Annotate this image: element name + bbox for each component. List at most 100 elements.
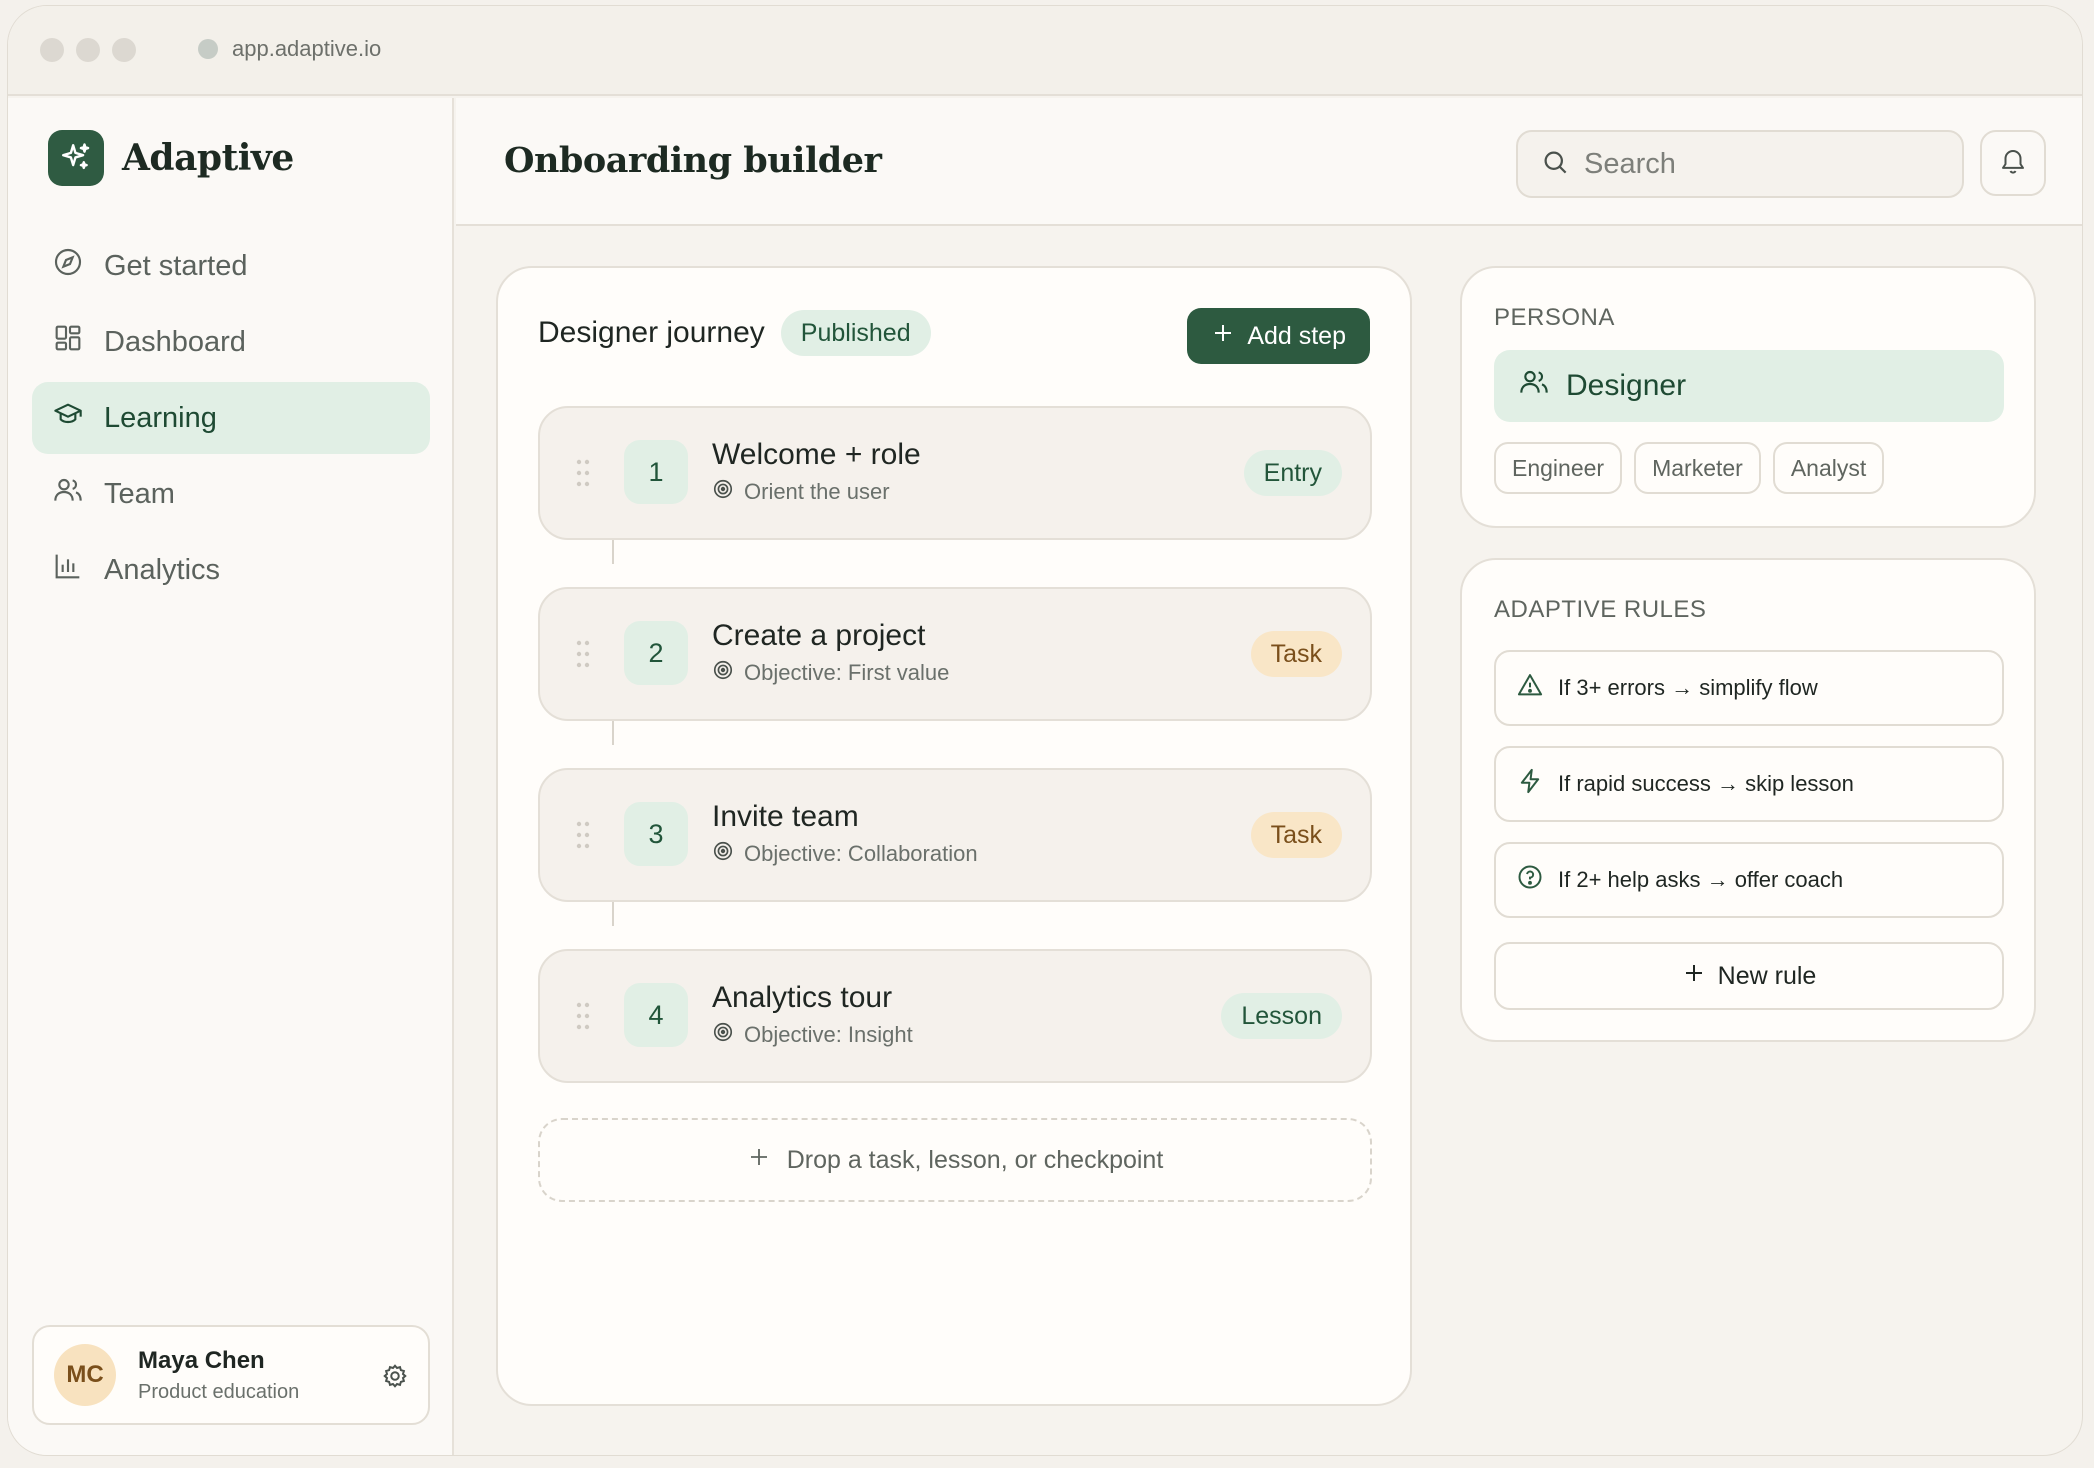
rule-item[interactable]: If 2+ help asks → offer coach: [1494, 842, 2004, 918]
step-subtitle: Objective: Collaboration: [744, 841, 978, 866]
bell-icon: [1998, 146, 2028, 181]
plus-icon: [1211, 321, 1235, 352]
journey-title: Designer journey: [538, 316, 765, 349]
step-title: Invite team: [712, 800, 859, 833]
rules-section-label: ADAPTIVE RULES: [1494, 596, 1707, 623]
step-objective: Objective: Insight: [712, 1021, 913, 1049]
user-role: Product education: [138, 1380, 300, 1403]
graduation-cap-icon: [52, 398, 84, 438]
rule-text: If 2+ help asks → offer coach: [1558, 867, 1844, 892]
address-bar[interactable]: app.adaptive.io: [198, 36, 381, 62]
users-icon: [1518, 366, 1550, 406]
user-card[interactable]: MC Maya Chen Product education: [32, 1325, 430, 1425]
page-title: Onboarding builder: [504, 140, 882, 181]
rule-item[interactable]: If rapid success → skip lesson: [1494, 746, 2004, 822]
persona-chip-engineer[interactable]: Engineer: [1494, 442, 1623, 494]
window-close-dot[interactable]: [40, 38, 64, 62]
url-text: app.adaptive.io: [232, 36, 382, 61]
drag-handle-icon[interactable]: [576, 820, 590, 850]
plus-icon: [1682, 961, 1706, 992]
journey-header: Designer journey Published: [538, 310, 931, 356]
users-icon: [52, 474, 84, 514]
rule-text: If 3+ errors → simplify flow: [1558, 675, 1818, 700]
sidebar-item-label: Dashboard: [104, 325, 246, 358]
step-item: 1 Welcome + role Orient the user Entry: [538, 406, 1372, 587]
persona-selected[interactable]: Designer: [1494, 350, 2004, 422]
step-title: Create a project: [712, 619, 926, 652]
drag-handle-icon[interactable]: [576, 1001, 590, 1031]
sidebar-item-label: Analytics: [104, 553, 221, 586]
persona-options: Engineer Marketer Analyst: [1494, 442, 1885, 494]
rule-text: If rapid success → skip lesson: [1558, 771, 1854, 796]
lightning-icon: [1516, 767, 1544, 801]
sidebar-item-dashboard[interactable]: Dashboard: [32, 306, 430, 378]
search-input[interactable]: [1584, 147, 1944, 181]
bar-chart-icon: [52, 550, 84, 590]
avatar: MC: [54, 1344, 116, 1406]
adaptive-rules-card: ADAPTIVE RULES If 3+ errors → simplify f…: [1460, 558, 2036, 1042]
gear-icon[interactable]: [380, 1361, 410, 1391]
step-card[interactable]: 3 Invite team Objective: Collaboration T…: [538, 768, 1372, 902]
brand[interactable]: Adaptive: [48, 130, 294, 186]
step-card[interactable]: 1 Welcome + role Orient the user Entry: [538, 406, 1372, 540]
journey-steps: 1 Welcome + role Orient the user Entry 2…: [538, 406, 1372, 1130]
window-maximize-dot[interactable]: [112, 38, 136, 62]
target-icon: [712, 1021, 734, 1049]
persona-card: PERSONA Designer Engineer Marketer Analy…: [1460, 266, 2036, 528]
step-item: 3 Invite team Objective: Collaboration T…: [538, 768, 1372, 949]
persona-chip-marketer[interactable]: Marketer: [1634, 442, 1761, 494]
add-step-label: Add step: [1247, 321, 1346, 350]
step-subtitle: Objective: First value: [744, 660, 950, 685]
step-number: 3: [624, 802, 688, 866]
sidebar: Adaptive Get started Dashboard Learning: [8, 98, 454, 1455]
step-title: Analytics tour: [712, 981, 893, 1014]
brand-name: Adaptive: [122, 137, 294, 179]
sidebar-item-learning[interactable]: Learning: [32, 382, 430, 454]
drop-zone-label: Drop a task, lesson, or checkpoint: [786, 1145, 1164, 1174]
step-objective: Orient the user: [712, 478, 890, 506]
sidebar-item-label: Team: [104, 477, 175, 510]
sidebar-item-team[interactable]: Team: [32, 458, 430, 530]
drop-zone[interactable]: Drop a task, lesson, or checkpoint: [538, 1118, 1372, 1202]
step-title: Welcome + role: [712, 438, 921, 471]
window-minimize-dot[interactable]: [76, 38, 100, 62]
step-type-badge: Task: [1250, 631, 1342, 677]
step-objective: Objective: First value: [712, 659, 949, 687]
target-icon: [712, 478, 734, 506]
step-card[interactable]: 2 Create a project Objective: First valu…: [538, 587, 1372, 721]
new-rule-label: New rule: [1717, 961, 1817, 990]
step-number: 2: [624, 621, 688, 685]
journey-card: Designer journey Published Add step 1 We…: [496, 266, 1412, 1406]
browser-titlebar: app.adaptive.io: [8, 6, 2082, 96]
step-objective: Objective: Collaboration: [712, 840, 978, 868]
status-badge: Published: [780, 310, 931, 356]
persona-chip-analyst[interactable]: Analyst: [1772, 442, 1885, 494]
secure-indicator-icon: [198, 39, 218, 59]
step-type-badge: Task: [1250, 812, 1342, 858]
step-subtitle: Objective: Insight: [744, 1022, 913, 1047]
search-box[interactable]: [1516, 130, 1964, 198]
step-type-badge: Lesson: [1221, 993, 1342, 1039]
notifications-button[interactable]: [1980, 130, 2046, 196]
persona-selected-label: Designer: [1566, 369, 1687, 402]
new-rule-button[interactable]: New rule: [1494, 942, 2004, 1010]
drag-handle-icon[interactable]: [576, 458, 590, 488]
rule-item[interactable]: If 3+ errors → simplify flow: [1494, 650, 2004, 726]
warning-icon: [1516, 671, 1544, 705]
sidebar-item-label: Get started: [104, 249, 248, 282]
step-number: 4: [624, 983, 688, 1047]
sparkle-logo-icon: [48, 130, 104, 186]
step-card[interactable]: 4 Analytics tour Objective: Insight Less…: [538, 949, 1372, 1083]
persona-section-label: PERSONA: [1494, 304, 1615, 331]
step-item: 4 Analytics tour Objective: Insight Less…: [538, 949, 1372, 1130]
sidebar-item-analytics[interactable]: Analytics: [32, 534, 430, 606]
step-connector: [612, 902, 614, 926]
sidebar-item-get-started[interactable]: Get started: [32, 230, 430, 302]
target-icon: [712, 840, 734, 868]
add-step-button[interactable]: Add step: [1187, 308, 1370, 364]
search-icon: [1540, 147, 1570, 182]
target-icon: [712, 659, 734, 687]
help-circle-icon: [1516, 863, 1544, 897]
page-header: Onboarding builder: [456, 98, 2082, 226]
drag-handle-icon[interactable]: [576, 639, 590, 669]
